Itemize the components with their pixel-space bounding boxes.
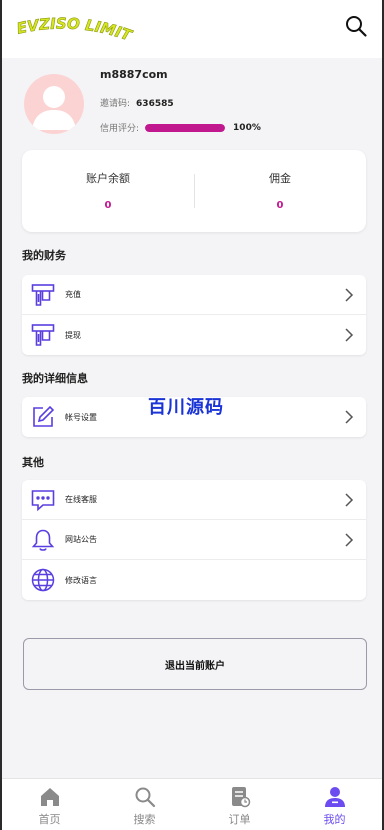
atm-withdraw-icon	[31, 323, 55, 347]
credit-score-row: 信用评分: 100%	[100, 121, 261, 135]
tab-search[interactable]: 搜索	[97, 779, 192, 830]
atm-deposit-icon	[31, 283, 55, 307]
edit-icon	[31, 405, 55, 429]
credit-value: 100%	[233, 122, 261, 133]
credit-progress-bar	[145, 123, 226, 132]
tab-orders[interactable]: 订单	[192, 779, 287, 830]
chat-icon	[31, 488, 55, 512]
tab-label: 搜索	[133, 813, 156, 826]
bottom-tab-bar: 首页 搜索 订单 我的	[2, 778, 382, 830]
chevron-right-icon	[345, 533, 354, 547]
search-icon[interactable]	[344, 14, 368, 38]
chevron-right-icon	[345, 288, 354, 302]
menu-item-label: 提现	[65, 330, 81, 340]
section-title-details: 我的详细信息	[22, 372, 88, 385]
commission[interactable]: 佣金 0	[194, 150, 366, 232]
menu-item-label: 在线客服	[65, 495, 97, 504]
menu-item-change-language[interactable]: 修改语言	[22, 560, 366, 600]
brand-logo: EVZISO LIMITED	[14, 16, 136, 46]
tab-label: 订单	[228, 813, 251, 826]
profile-header: m8887com 邀请码: 636585 信用评分: 100%	[2, 58, 382, 150]
top-bar: EVZISO LIMITED	[2, 0, 382, 58]
menu-item-label: 网站公告	[65, 535, 97, 544]
invite-code-row: 邀请码: 636585	[100, 96, 174, 109]
commission-value: 0	[276, 200, 284, 211]
finance-group: 充值 提现	[22, 275, 366, 355]
tab-label: 首页	[38, 813, 61, 826]
menu-item-label: 充值	[65, 290, 81, 299]
search-icon	[135, 787, 155, 808]
tab-label: 我的	[323, 813, 346, 826]
order-icon	[231, 787, 250, 808]
watermark-text: 百川源码	[148, 397, 224, 418]
section-title-other: 其他	[22, 456, 44, 469]
globe-icon	[31, 568, 55, 592]
menu-item-announcements[interactable]: 网站公告	[22, 520, 366, 560]
bell-icon	[31, 528, 55, 552]
menu-item-deposit[interactable]: 充值	[22, 275, 366, 315]
commission-label: 佣金	[269, 172, 291, 185]
avatar-person-icon	[32, 86, 76, 130]
home-icon	[40, 788, 59, 806]
logout-button[interactable]: 退出当前账户	[23, 638, 367, 690]
account-balance[interactable]: 账户余额 0	[22, 150, 194, 232]
credit-progress-fill	[145, 123, 226, 132]
chevron-right-icon	[345, 493, 354, 507]
invite-label: 邀请码:	[100, 99, 131, 109]
menu-item-label: 帐号设置	[65, 412, 97, 422]
credit-label: 信用评分:	[100, 124, 140, 134]
svg-text:EVZISO LIMITED: EVZISO LIMITED	[14, 16, 135, 45]
chevron-right-icon	[345, 328, 354, 342]
other-group: 在线客服 网站公告 修改语言	[22, 480, 366, 600]
username: m8887com	[100, 68, 168, 81]
balance-card: 账户余额 0 佣金 0	[22, 150, 366, 232]
account-balance-label: 账户余额	[86, 172, 130, 185]
menu-item-label: 修改语言	[65, 575, 97, 585]
invite-code: 636585	[136, 99, 174, 109]
menu-item-customer-service[interactable]: 在线客服	[22, 480, 366, 520]
account-balance-value: 0	[104, 200, 112, 211]
menu-item-withdraw[interactable]: 提现	[22, 315, 366, 355]
user-icon	[324, 787, 345, 807]
tab-home[interactable]: 首页	[2, 779, 97, 830]
section-title-finance: 我的财务	[22, 249, 66, 262]
tab-mine[interactable]: 我的	[287, 779, 382, 830]
chevron-right-icon	[345, 410, 354, 424]
avatar[interactable]	[24, 74, 84, 134]
